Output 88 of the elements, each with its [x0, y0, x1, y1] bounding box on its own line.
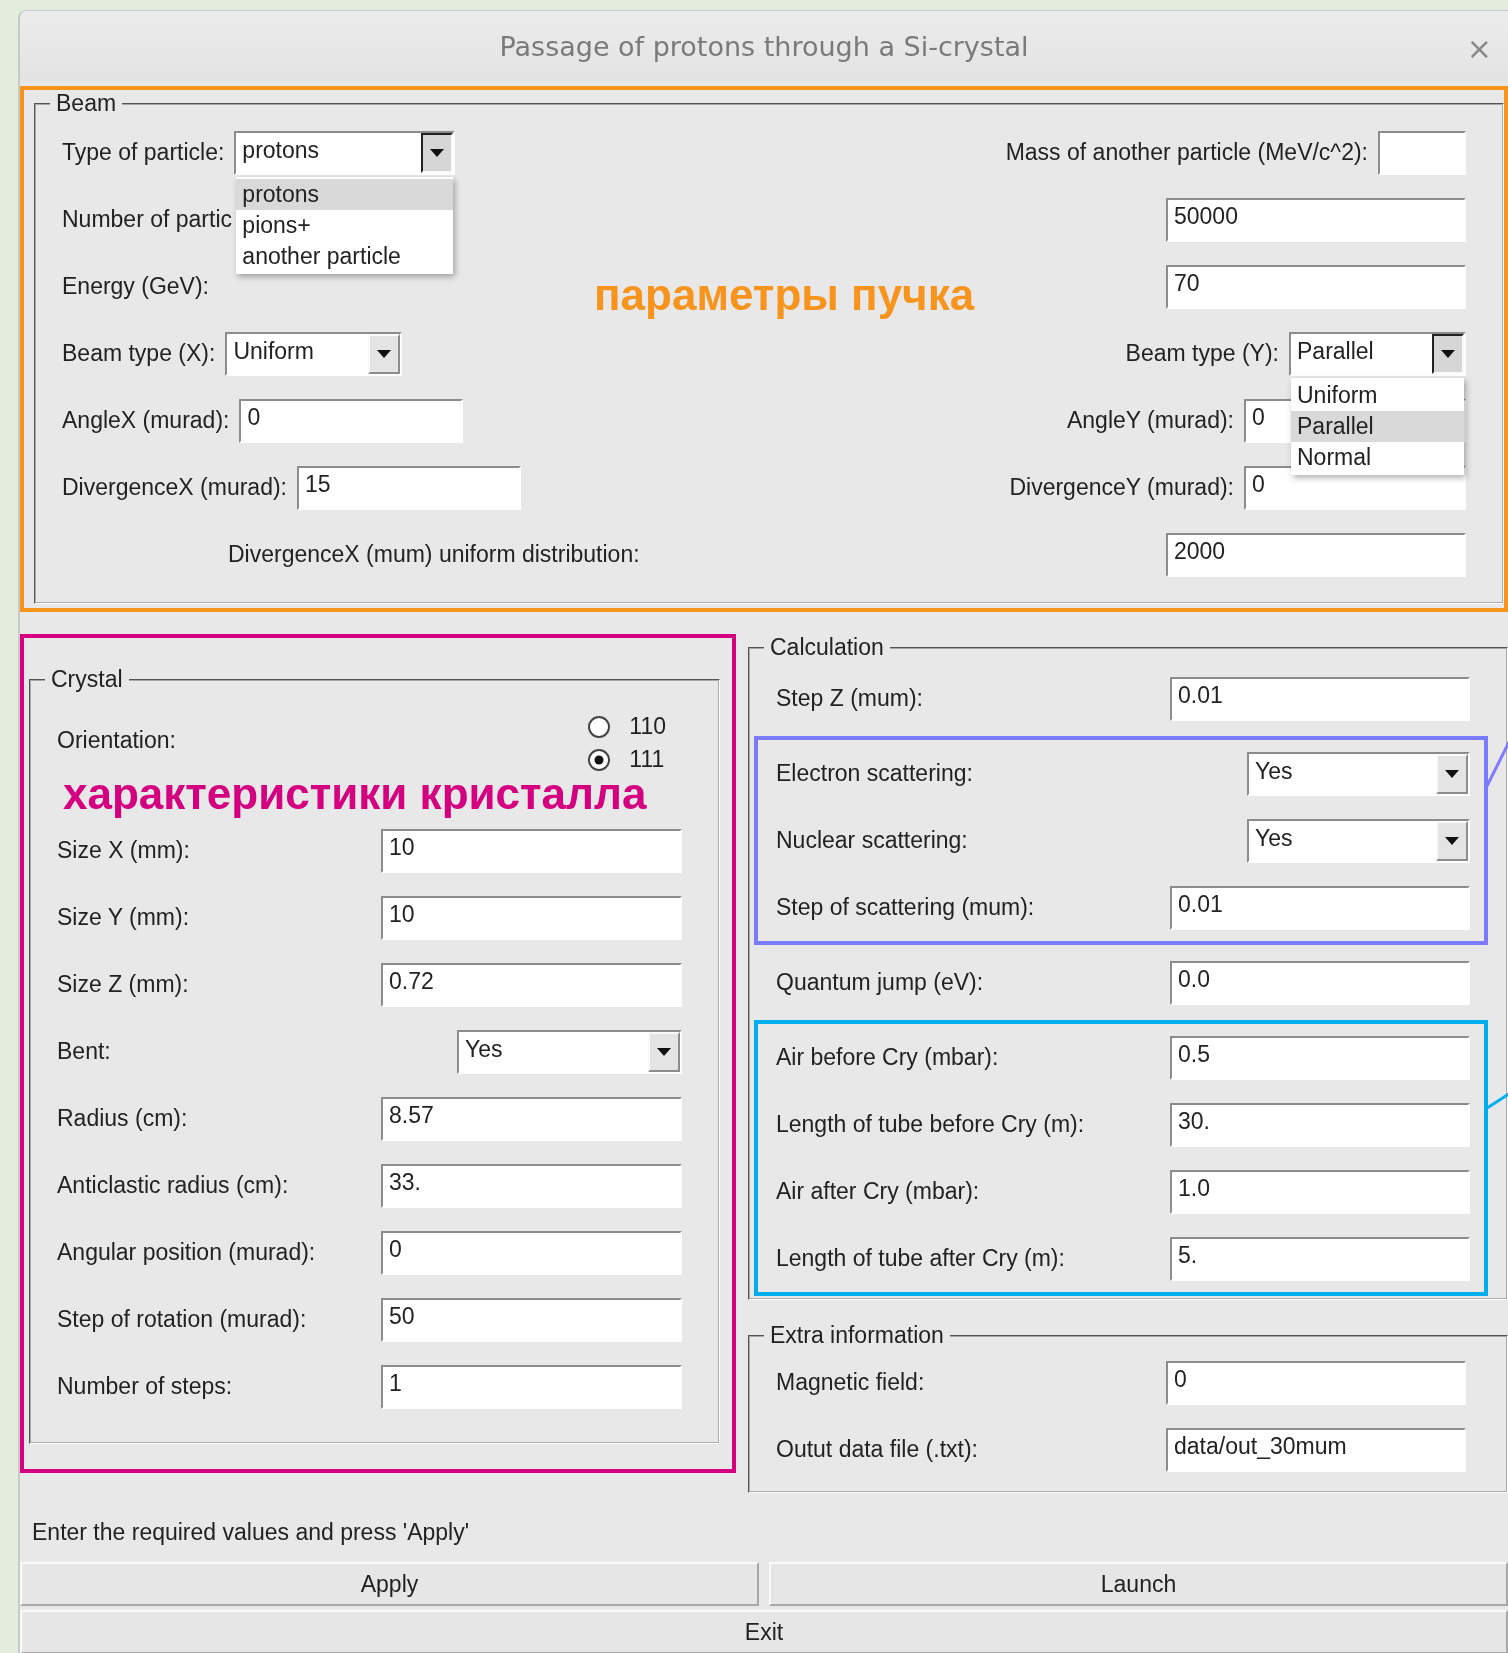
- field-label: Orientation:: [57, 727, 176, 754]
- field-label: Electron scattering:: [776, 760, 973, 787]
- field-label: Outut data file (.txt):: [776, 1436, 978, 1463]
- field-label: DivergenceY (murad):: [1009, 474, 1234, 501]
- input-field[interactable]: 50: [381, 1297, 682, 1342]
- input-field[interactable]: 0: [381, 1230, 682, 1275]
- menu-item[interactable]: another particle: [236, 240, 454, 272]
- window-title: Passage of protons through a Si-crystal: [499, 31, 1029, 62]
- group-title: Beam: [55, 90, 118, 117]
- caret-icon: [1445, 836, 1459, 845]
- action-button[interactable]: Launch: [769, 1562, 1508, 1606]
- field-label: Air before Cry (mbar):: [776, 1044, 999, 1071]
- input-field[interactable]: 0.01: [1170, 676, 1470, 721]
- field-label: DivergenceX (mum) uniform distribution:: [228, 541, 640, 568]
- input-field[interactable]: 0: [239, 398, 464, 443]
- menu-item[interactable]: protons: [236, 178, 454, 210]
- field-label: Size Y (mm):: [57, 904, 190, 931]
- caret-icon: [1441, 349, 1455, 358]
- field-label: Step of rotation (murad):: [57, 1306, 307, 1333]
- menu-item[interactable]: Uniform: [1291, 379, 1464, 411]
- input-field[interactable]: 0.0: [1170, 960, 1470, 1005]
- exit-button[interactable]: Exit: [20, 1610, 1508, 1653]
- field-label: Quantum jump (eV):: [776, 969, 984, 996]
- caret-icon: [1445, 769, 1459, 778]
- field-label: Nuclear scattering:: [776, 827, 968, 854]
- dropdown[interactable]: Uniform: [225, 331, 403, 376]
- field-label: AngleX (murad):: [62, 407, 230, 434]
- radio-label: 110: [629, 713, 666, 740]
- dropdown[interactable]: Yes: [457, 1029, 682, 1074]
- field-label: Number of steps:: [57, 1373, 233, 1400]
- field-label: Type of particle:: [62, 139, 225, 166]
- field-label: Air after Cry (mbar):: [776, 1178, 980, 1205]
- input-field[interactable]: data/out_30mum: [1166, 1427, 1466, 1472]
- menu-item[interactable]: pions+: [236, 209, 454, 241]
- input-field[interactable]: [1378, 130, 1466, 175]
- input-field[interactable]: 0.72: [381, 962, 682, 1007]
- input-field[interactable]: 1: [381, 1364, 682, 1409]
- input-field[interactable]: 10: [381, 828, 682, 873]
- group-title: Crystal: [50, 666, 124, 693]
- input-field[interactable]: 15: [296, 465, 521, 510]
- field-label: Beam type (X):: [62, 340, 216, 367]
- field-label: Number of partic: [62, 206, 232, 233]
- caret-icon: [657, 1047, 671, 1056]
- field-label: Angular position (murad):: [57, 1239, 316, 1266]
- group-title: Extra information: [769, 1322, 945, 1349]
- caret-icon: [377, 349, 392, 358]
- input-field[interactable]: 0.01: [1170, 885, 1470, 930]
- input-field[interactable]: 0: [1166, 1360, 1466, 1405]
- field-label: Beam type (Y):: [1125, 340, 1279, 367]
- field-label: Step Z (mum):: [776, 685, 923, 712]
- radio-button[interactable]: [587, 714, 612, 739]
- action-button[interactable]: Apply: [20, 1562, 759, 1606]
- radio-button[interactable]: [587, 747, 612, 772]
- field-label: Size X (mm):: [57, 837, 190, 864]
- dropdown-arrow-button[interactable]: [421, 132, 454, 173]
- input-field[interactable]: 10: [381, 895, 682, 940]
- input-field[interactable]: 1.0: [1170, 1169, 1470, 1214]
- field-label: Length of tube before Cry (m):: [776, 1111, 1085, 1138]
- field-label: Anticlastic radius (cm):: [57, 1172, 289, 1199]
- input-field[interactable]: 30.: [1170, 1102, 1470, 1147]
- menu-item[interactable]: Normal: [1291, 441, 1464, 473]
- dropdown[interactable]: Yes: [1247, 751, 1470, 796]
- field-label: Bent:: [57, 1038, 111, 1065]
- field-label: Magnetic field:: [776, 1369, 925, 1396]
- input-field[interactable]: 5.: [1170, 1236, 1470, 1281]
- input-field[interactable]: 8.57: [381, 1096, 682, 1141]
- radio-label: 111: [629, 746, 665, 773]
- caret-icon: [430, 148, 445, 157]
- field-label: Mass of another particle (MeV/c^2):: [1005, 139, 1368, 166]
- status-text: Enter the required values and press 'Apply': [32, 1519, 470, 1546]
- field-label: AngleY (murad):: [1066, 407, 1234, 434]
- input-field[interactable]: 50000: [1166, 197, 1466, 242]
- annotation-text: параметры пучка: [594, 270, 975, 320]
- field-label: Length of tube after Cry (m):: [776, 1245, 1065, 1272]
- field-label: Step of scattering (mum):: [776, 894, 1035, 921]
- dropdown-arrow-button[interactable]: [1432, 333, 1464, 374]
- field-label: Size Z (mm):: [57, 971, 189, 998]
- input-field[interactable]: 0.5: [1170, 1035, 1470, 1080]
- field-label: DivergenceX (murad):: [62, 474, 287, 501]
- input-field[interactable]: 2000: [1166, 532, 1466, 577]
- field-label: Energy (GeV):: [62, 273, 209, 300]
- input-field[interactable]: 33.: [381, 1163, 682, 1208]
- dropdown[interactable]: Yes: [1247, 818, 1470, 863]
- annotation-text: характеристики кристалла: [63, 771, 647, 817]
- field-label: Radius (cm):: [57, 1105, 188, 1132]
- input-field[interactable]: 70: [1166, 264, 1466, 309]
- group-title: Calculation: [769, 634, 885, 661]
- menu-item[interactable]: Parallel: [1291, 410, 1464, 442]
